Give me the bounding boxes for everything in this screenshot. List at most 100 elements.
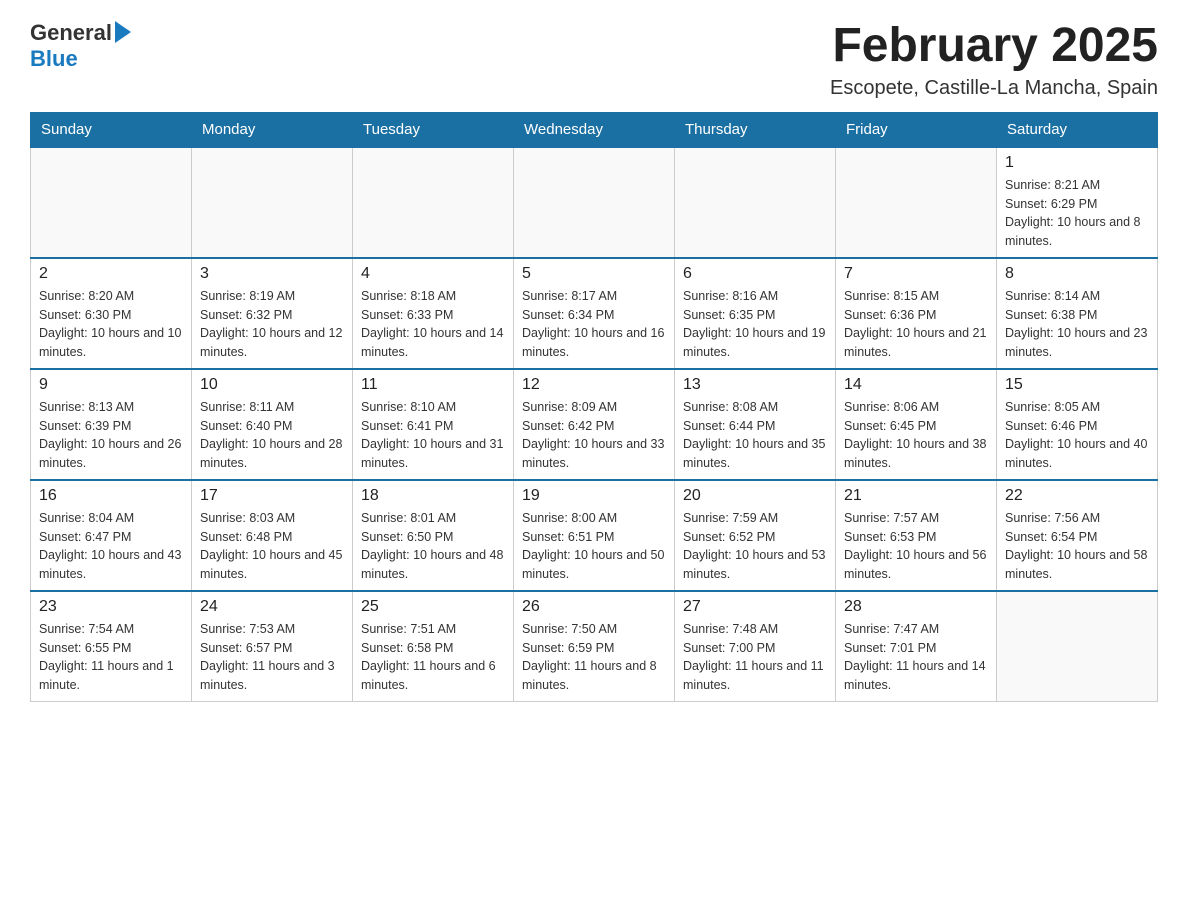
day-info: Sunrise: 8:00 AM Sunset: 6:51 PM Dayligh… [522, 509, 666, 584]
day-info: Sunrise: 8:13 AM Sunset: 6:39 PM Dayligh… [39, 398, 183, 473]
day-number: 25 [361, 598, 505, 616]
calendar-cell: 9 Sunrise: 8:13 AM Sunset: 6:39 PM Daylig… [31, 369, 192, 480]
day-info: Sunrise: 8:09 AM Sunset: 6:42 PM Dayligh… [522, 398, 666, 473]
logo: General Blue [30, 20, 131, 73]
calendar-week-row: 1 Sunrise: 8:21 AM Sunset: 6:29 PM Daylig… [31, 147, 1158, 258]
day-number: 3 [200, 265, 344, 283]
day-info: Sunrise: 8:10 AM Sunset: 6:41 PM Dayligh… [361, 398, 505, 473]
calendar-week-row: 16 Sunrise: 8:04 AM Sunset: 6:47 PM Dayli… [31, 480, 1158, 591]
day-number: 18 [361, 487, 505, 505]
calendar-cell: 18 Sunrise: 8:01 AM Sunset: 6:50 PM Dayli… [353, 480, 514, 591]
calendar-cell: 8 Sunrise: 8:14 AM Sunset: 6:38 PM Daylig… [997, 258, 1158, 369]
calendar-cell: 28 Sunrise: 7:47 AM Sunset: 7:01 PM Dayli… [836, 591, 997, 702]
calendar-cell: 24 Sunrise: 7:53 AM Sunset: 6:57 PM Dayli… [192, 591, 353, 702]
weekday-header-sunday: Sunday [31, 112, 192, 147]
day-number: 6 [683, 265, 827, 283]
day-number: 27 [683, 598, 827, 616]
weekday-header-wednesday: Wednesday [514, 112, 675, 147]
weekday-header-thursday: Thursday [675, 112, 836, 147]
weekday-header-tuesday: Tuesday [353, 112, 514, 147]
calendar-cell: 20Sunrise: 7:59 AM Sunset: 6:52 PM Dayli… [675, 480, 836, 591]
day-info: Sunrise: 8:19 AM Sunset: 6:32 PM Dayligh… [200, 287, 344, 362]
calendar-cell: 12 Sunrise: 8:09 AM Sunset: 6:42 PM Dayli… [514, 369, 675, 480]
calendar-cell: 7Sunrise: 8:15 AM Sunset: 6:36 PM Daylig… [836, 258, 997, 369]
day-number: 5 [522, 265, 666, 283]
calendar-cell: 27 Sunrise: 7:48 AM Sunset: 7:00 PM Dayli… [675, 591, 836, 702]
logo-general: General [30, 20, 112, 46]
calendar-cell [353, 147, 514, 258]
calendar-cell: 4 Sunrise: 8:18 AM Sunset: 6:33 PM Daylig… [353, 258, 514, 369]
calendar-cell [514, 147, 675, 258]
day-info: Sunrise: 7:47 AM Sunset: 7:01 PM Dayligh… [844, 620, 988, 695]
day-number: 21 [844, 487, 988, 505]
calendar-cell: 5 Sunrise: 8:17 AM Sunset: 6:34 PM Daylig… [514, 258, 675, 369]
calendar-cell: 3 Sunrise: 8:19 AM Sunset: 6:32 PM Daylig… [192, 258, 353, 369]
day-info: Sunrise: 8:20 AM Sunset: 6:30 PM Dayligh… [39, 287, 183, 362]
calendar-cell: 14Sunrise: 8:06 AM Sunset: 6:45 PM Dayli… [836, 369, 997, 480]
day-number: 28 [844, 598, 988, 616]
calendar-cell: 15 Sunrise: 8:05 AM Sunset: 6:46 PM Dayli… [997, 369, 1158, 480]
day-number: 11 [361, 376, 505, 394]
calendar-cell [31, 147, 192, 258]
calendar-cell: 6 Sunrise: 8:16 AM Sunset: 6:35 PM Daylig… [675, 258, 836, 369]
calendar-cell: 23Sunrise: 7:54 AM Sunset: 6:55 PM Dayli… [31, 591, 192, 702]
day-number: 10 [200, 376, 344, 394]
day-number: 26 [522, 598, 666, 616]
day-number: 1 [1005, 154, 1149, 172]
calendar-cell: 17 Sunrise: 8:03 AM Sunset: 6:48 PM Dayli… [192, 480, 353, 591]
day-number: 24 [200, 598, 344, 616]
page-header: General Blue February 2025 Escopete, Cas… [30, 20, 1158, 100]
calendar-table: SundayMondayTuesdayWednesdayThursdayFrid… [30, 112, 1158, 702]
day-info: Sunrise: 7:53 AM Sunset: 6:57 PM Dayligh… [200, 620, 344, 695]
day-number: 19 [522, 487, 666, 505]
day-number: 14 [844, 376, 988, 394]
day-info: Sunrise: 7:56 AM Sunset: 6:54 PM Dayligh… [1005, 509, 1149, 584]
day-number: 9 [39, 376, 183, 394]
day-info: Sunrise: 7:59 AM Sunset: 6:52 PM Dayligh… [683, 509, 827, 584]
day-info: Sunrise: 8:08 AM Sunset: 6:44 PM Dayligh… [683, 398, 827, 473]
logo-arrow-icon [115, 21, 131, 43]
title-block: February 2025 Escopete, Castille-La Manc… [830, 20, 1158, 100]
calendar-cell [192, 147, 353, 258]
calendar-week-row: 23Sunrise: 7:54 AM Sunset: 6:55 PM Dayli… [31, 591, 1158, 702]
day-number: 4 [361, 265, 505, 283]
day-info: Sunrise: 7:54 AM Sunset: 6:55 PM Dayligh… [39, 620, 183, 695]
day-info: Sunrise: 8:04 AM Sunset: 6:47 PM Dayligh… [39, 509, 183, 584]
month-title: February 2025 [830, 20, 1158, 73]
calendar-cell: 2 Sunrise: 8:20 AM Sunset: 6:30 PM Daylig… [31, 258, 192, 369]
day-info: Sunrise: 7:50 AM Sunset: 6:59 PM Dayligh… [522, 620, 666, 695]
calendar-cell: 26 Sunrise: 7:50 AM Sunset: 6:59 PM Dayli… [514, 591, 675, 702]
day-number: 15 [1005, 376, 1149, 394]
calendar-cell: 19 Sunrise: 8:00 AM Sunset: 6:51 PM Dayli… [514, 480, 675, 591]
day-info: Sunrise: 8:18 AM Sunset: 6:33 PM Dayligh… [361, 287, 505, 362]
calendar-cell: 13 Sunrise: 8:08 AM Sunset: 6:44 PM Dayli… [675, 369, 836, 480]
day-number: 8 [1005, 265, 1149, 283]
day-info: Sunrise: 8:17 AM Sunset: 6:34 PM Dayligh… [522, 287, 666, 362]
calendar-cell: 21Sunrise: 7:57 AM Sunset: 6:53 PM Dayli… [836, 480, 997, 591]
calendar-week-row: 9 Sunrise: 8:13 AM Sunset: 6:39 PM Daylig… [31, 369, 1158, 480]
weekday-header-saturday: Saturday [997, 112, 1158, 147]
day-number: 13 [683, 376, 827, 394]
calendar-cell [675, 147, 836, 258]
weekday-header-monday: Monday [192, 112, 353, 147]
day-number: 22 [1005, 487, 1149, 505]
day-info: Sunrise: 7:51 AM Sunset: 6:58 PM Dayligh… [361, 620, 505, 695]
weekday-header-friday: Friday [836, 112, 997, 147]
day-number: 12 [522, 376, 666, 394]
calendar-cell: 10Sunrise: 8:11 AM Sunset: 6:40 PM Dayli… [192, 369, 353, 480]
day-info: Sunrise: 8:15 AM Sunset: 6:36 PM Dayligh… [844, 287, 988, 362]
day-number: 2 [39, 265, 183, 283]
location-subtitle: Escopete, Castille-La Mancha, Spain [830, 77, 1158, 100]
day-number: 16 [39, 487, 183, 505]
day-info: Sunrise: 8:14 AM Sunset: 6:38 PM Dayligh… [1005, 287, 1149, 362]
logo-blue: Blue [30, 46, 131, 72]
day-info: Sunrise: 8:16 AM Sunset: 6:35 PM Dayligh… [683, 287, 827, 362]
day-info: Sunrise: 8:01 AM Sunset: 6:50 PM Dayligh… [361, 509, 505, 584]
day-info: Sunrise: 8:05 AM Sunset: 6:46 PM Dayligh… [1005, 398, 1149, 473]
calendar-cell [836, 147, 997, 258]
day-info: Sunrise: 8:03 AM Sunset: 6:48 PM Dayligh… [200, 509, 344, 584]
day-number: 17 [200, 487, 344, 505]
day-info: Sunrise: 7:48 AM Sunset: 7:00 PM Dayligh… [683, 620, 827, 695]
calendar-cell: 16 Sunrise: 8:04 AM Sunset: 6:47 PM Dayli… [31, 480, 192, 591]
day-info: Sunrise: 8:21 AM Sunset: 6:29 PM Dayligh… [1005, 176, 1149, 251]
